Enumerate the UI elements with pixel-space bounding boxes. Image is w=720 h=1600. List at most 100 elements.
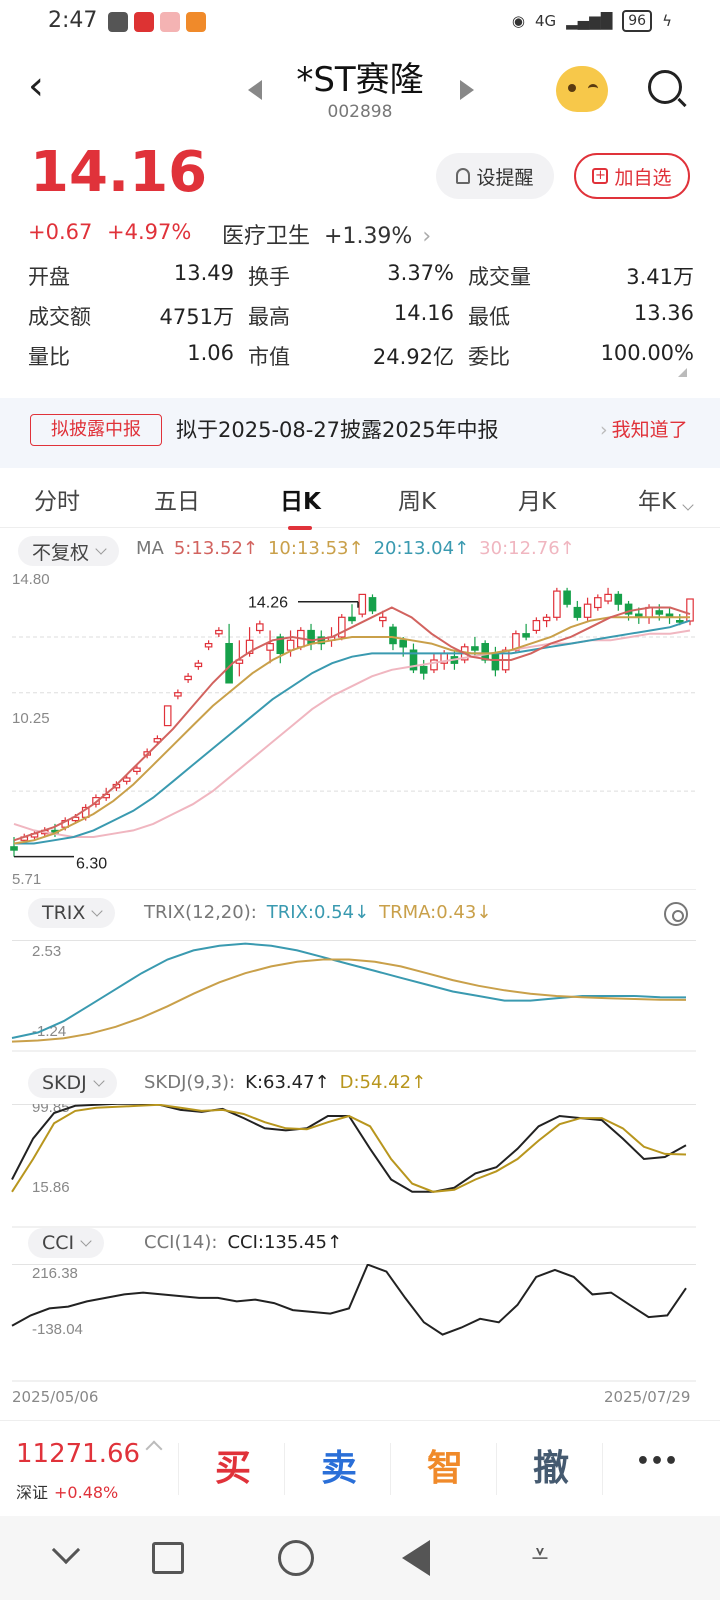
indicator-select-cci[interactable]: CCI	[28, 1228, 105, 1258]
skdj-d-value: D:54.42↑	[339, 1072, 427, 1093]
chevron-down-icon	[91, 905, 104, 917]
tab-daily-k[interactable]: 日K	[280, 482, 321, 530]
stat-label: 委比	[468, 345, 510, 369]
tab-five-day[interactable]: 五日	[154, 482, 200, 516]
add-favorite-button[interactable]: + 加自选	[574, 153, 690, 199]
eye-icon: ◉	[511, 12, 525, 30]
y-label-high: 2.53	[32, 943, 61, 960]
candle-body	[184, 675, 192, 681]
chevron-right-icon: ›	[422, 224, 432, 249]
tab-intraday[interactable]: 分时	[34, 482, 80, 516]
candle-body	[553, 590, 561, 618]
hide-nav-icon[interactable]	[51, 1535, 81, 1565]
stat-value: 3.41万	[626, 265, 694, 289]
expand-corner-icon[interactable]	[678, 368, 687, 377]
smart-button[interactable]: 智	[392, 1439, 498, 1491]
stat-label: 成交额	[28, 305, 91, 329]
tab-yearly-k[interactable]: 年K	[638, 482, 694, 516]
stat-item: 市值 24.92亿	[248, 341, 468, 371]
sell-button[interactable]: 卖	[286, 1439, 392, 1491]
end-date: 2025/07/29	[604, 1388, 691, 1406]
y-label-high: 216.38	[32, 1265, 78, 1282]
stat-item: 委比 100.00%	[468, 341, 694, 371]
chevron-down-icon	[80, 1235, 92, 1247]
candle-body	[604, 593, 612, 602]
divider	[496, 1443, 497, 1495]
stat-item: 成交额 4751万	[28, 301, 248, 331]
sector-name: 医疗卫生	[222, 224, 311, 249]
stat-value: 13.36	[633, 301, 694, 325]
cci-name: CCI	[42, 1232, 75, 1254]
chevron-up-icon[interactable]	[145, 1440, 163, 1458]
stat-label: 最高	[248, 305, 290, 329]
indicator-select-trix[interactable]: TRIX	[28, 898, 116, 928]
stat-label: 成交量	[468, 265, 531, 289]
stats-row: 量比 1.06 市值 24.92亿 委比 100.00%	[28, 336, 694, 376]
notice-tag: 拟披露中报	[30, 414, 162, 446]
battery-level: 96	[622, 10, 653, 32]
adjust-select[interactable]: 不复权	[18, 536, 120, 566]
buy-button[interactable]: 买	[180, 1439, 286, 1491]
trix-value: TRIX:0.54↓	[266, 902, 370, 923]
kline-chart[interactable]: 14.80 10.25 5.71 14.26 6.30	[0, 570, 720, 908]
stat-value: 13.49	[173, 261, 234, 285]
home-icon[interactable]	[278, 1540, 314, 1576]
shopping-app-icon	[186, 12, 206, 32]
settings-icon[interactable]	[664, 902, 688, 926]
candle-body	[286, 639, 295, 651]
index-value[interactable]: 11271.66	[16, 1439, 140, 1469]
status-bar: 2:47 ◉ 4G ▂▄▆█ 96 ϟ	[0, 0, 720, 44]
more-button[interactable]: •••	[604, 1449, 710, 1474]
dismiss-notice-button[interactable]: › 我知道了	[600, 414, 688, 446]
ma20-line	[14, 619, 691, 845]
candle-body	[348, 616, 356, 622]
charging-icon: ϟ	[662, 12, 672, 30]
earnings-notice: 拟披露中报 拟于2025-08-27披露2025年中报 › 我知道了	[0, 398, 720, 468]
notification-pull-icon[interactable]: ⩡	[526, 1540, 554, 1576]
y-label-low: -138.04	[32, 1321, 83, 1338]
candle-body	[122, 777, 131, 782]
sector-link[interactable]: 医疗卫生 +1.39% ›	[222, 218, 431, 250]
stat-value: 3.37%	[387, 261, 454, 285]
stock-header: ‹ *ST赛隆 002898	[0, 44, 720, 136]
candle-body	[389, 626, 397, 645]
tab-monthly-k[interactable]: 月K	[518, 482, 556, 516]
stat-label: 换手	[248, 265, 290, 289]
candle-body	[174, 692, 182, 697]
price-change: +0.67 +4.97%	[28, 220, 199, 244]
divider	[602, 1443, 603, 1495]
candle-body	[10, 846, 18, 851]
cancel-order-button[interactable]: 撤	[498, 1439, 604, 1491]
next-stock-icon[interactable]	[460, 80, 474, 100]
divider	[390, 1443, 391, 1495]
indicator-select-skdj[interactable]: SKDJ	[28, 1068, 117, 1098]
cci-line	[11, 1264, 687, 1336]
current-price: 14.16	[30, 140, 208, 205]
chevron-right-icon: ›	[600, 419, 608, 441]
stat-label: 开盘	[28, 265, 70, 289]
wechat-icon	[108, 12, 128, 32]
ma30-line	[13, 629, 691, 838]
mascot-icon[interactable]	[556, 66, 608, 112]
adjust-label: 不复权	[32, 541, 90, 564]
set-alert-button[interactable]: 设提醒	[436, 153, 554, 199]
status-right: ◉ 4G ▂▄▆█ 96 ϟ	[512, 10, 672, 32]
chevron-down-icon	[95, 543, 107, 555]
tab-yearly-label: 年K	[638, 489, 677, 515]
candle-body	[194, 662, 203, 668]
y-label-high: 14.80	[12, 571, 50, 588]
cci-params: CCI(14):	[144, 1232, 218, 1253]
status-time: 2:47	[48, 8, 98, 33]
tab-weekly-k[interactable]: 周K	[398, 482, 436, 516]
skdj-chart: 99.8515.86	[11, 1104, 696, 1228]
back-nav-icon[interactable]	[402, 1540, 430, 1576]
candle-body	[542, 616, 551, 622]
cci-legend: CCI(14): CCI:135.45↑	[144, 1232, 352, 1253]
ma-value: 10:13.53↑	[267, 538, 364, 559]
recent-apps-icon[interactable]	[152, 1542, 184, 1574]
candle-body	[399, 639, 408, 648]
candle-body	[532, 619, 541, 631]
trma-value: TRMA:0.43↓	[379, 902, 492, 923]
candle-body	[266, 642, 274, 651]
search-icon[interactable]	[648, 70, 682, 104]
